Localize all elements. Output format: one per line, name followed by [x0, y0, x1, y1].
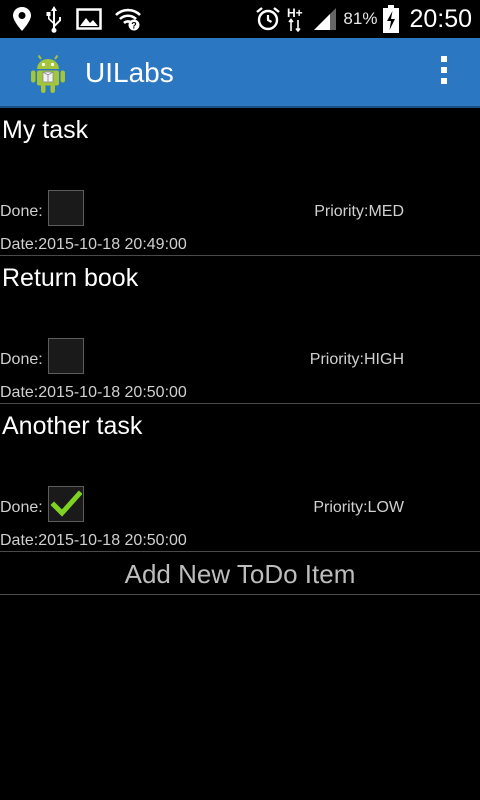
status-left-icons: ?: [12, 4, 142, 34]
date-label: Date:2015-10-18 20:50:00: [0, 532, 187, 549]
action-bar: UILabs: [0, 38, 480, 108]
todo-item: My task Done: Priority:MED Date:2015-10-…: [0, 108, 480, 256]
alarm-icon: [256, 7, 281, 31]
priority-label: Priority:HIGH: [309, 351, 404, 368]
todo-item: Another task Done: Priority:LOW Date:201…: [0, 404, 480, 552]
todo-title: Another task: [2, 412, 143, 440]
checkmark-icon: [50, 490, 82, 517]
usb-icon: [46, 6, 61, 33]
wifi-icon: ?: [115, 8, 141, 31]
add-todo-label: Add New ToDo Item: [124, 559, 356, 589]
signal-icon: [314, 8, 337, 30]
priority-label: Priority:LOW: [313, 499, 404, 516]
done-label: Done:: [0, 351, 43, 368]
location-icon: [13, 7, 31, 31]
add-todo-button[interactable]: Add New ToDo Item: [0, 552, 480, 595]
svg-text:?: ?: [131, 21, 137, 31]
done-label: Done:: [0, 499, 43, 516]
todo-list: My task Done: Priority:MED Date:2015-10-…: [0, 108, 480, 595]
done-checkbox[interactable]: [48, 338, 84, 374]
battery-charging-icon: [383, 5, 400, 33]
overflow-menu-icon[interactable]: [438, 56, 450, 92]
date-label: Date:2015-10-18 20:49:00: [0, 236, 187, 253]
done-checkbox[interactable]: [48, 190, 84, 226]
status-bar: ? H+ 81% 20:50: [0, 0, 480, 38]
android-app-icon: [31, 54, 65, 93]
status-right-icons: H+ 81% 20:50: [255, 3, 472, 35]
done-checkbox[interactable]: [48, 486, 84, 522]
done-label: Done:: [0, 203, 43, 220]
network-type-icon: H+: [287, 6, 303, 33]
priority-label: Priority:MED: [314, 203, 404, 220]
todo-title: Return book: [2, 264, 139, 292]
date-label: Date:2015-10-18 20:50:00: [0, 384, 187, 401]
svg-text:H+: H+: [287, 6, 303, 20]
todo-title: My task: [2, 116, 89, 144]
app-title: UILabs: [85, 57, 174, 88]
image-icon: [76, 8, 102, 30]
status-clock: 20:50: [409, 4, 472, 33]
battery-percent: 81%: [343, 9, 378, 28]
todo-item: Return book Done: Priority:HIGH Date:201…: [0, 256, 480, 404]
